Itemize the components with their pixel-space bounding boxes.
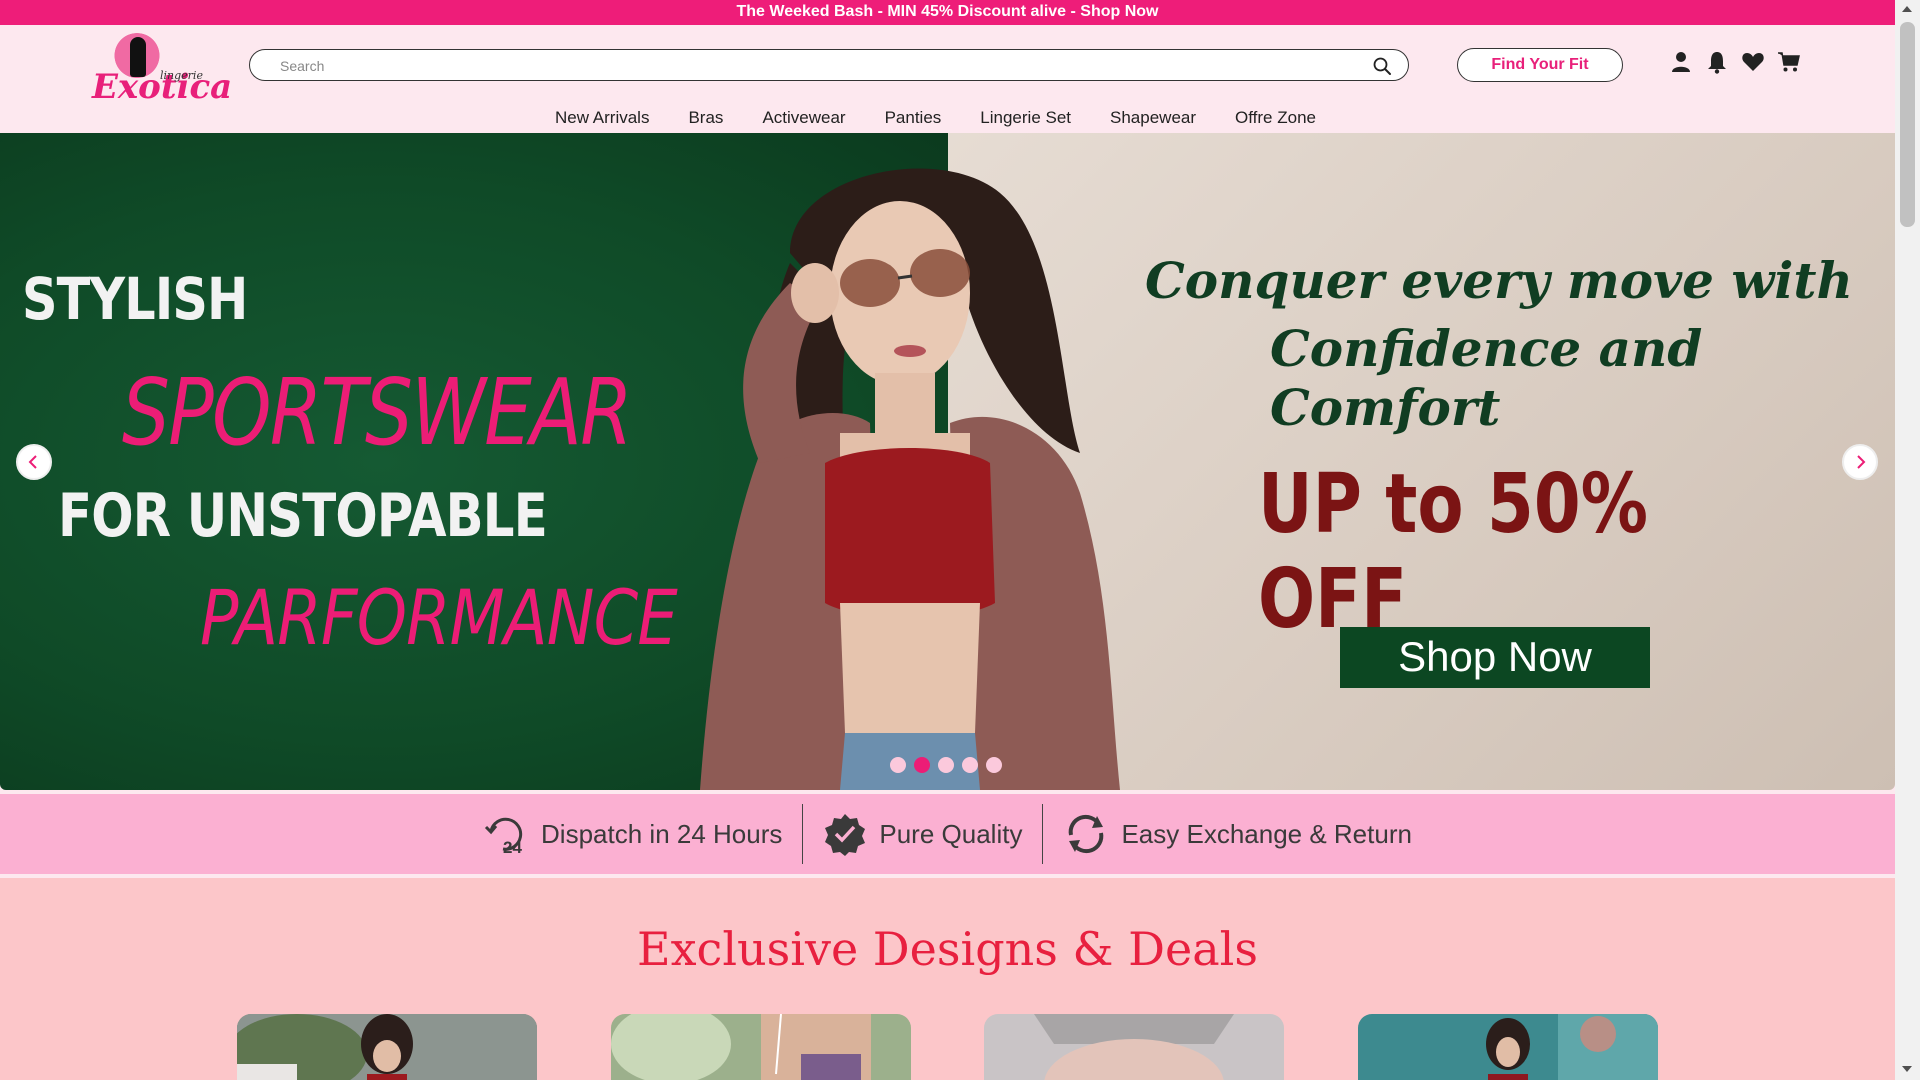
- search-icon[interactable]: [1372, 56, 1392, 76]
- deal-card-3-image: [984, 1014, 1284, 1080]
- deal-card-1[interactable]: [237, 1014, 537, 1080]
- brand-logo[interactable]: Exotica lingerie: [92, 29, 232, 109]
- site-header: Exotica lingerie Find Your Fit New Arriv…: [0, 25, 1895, 133]
- feature-dispatch-label: Dispatch in 24 Hours: [541, 818, 783, 849]
- carousel-prev-button[interactable]: [16, 444, 52, 480]
- deal-card-2[interactable]: [611, 1014, 911, 1080]
- carousel-dot-1[interactable]: [890, 757, 906, 773]
- hero-tagline-1: Conquer every move with: [1145, 251, 1853, 310]
- hero-line-performance: PARFORMANCE: [200, 573, 678, 662]
- nav-item-new-arrivals[interactable]: New Arrivals: [555, 105, 649, 131]
- deal-card-4[interactable]: [1358, 1014, 1658, 1080]
- scroll-down-icon[interactable]: [1902, 1066, 1912, 1072]
- scroll-up-icon[interactable]: [1902, 6, 1912, 12]
- carousel-dots: [890, 757, 1002, 773]
- heart-icon[interactable]: [1740, 49, 1766, 75]
- exchange-icon: [1069, 814, 1104, 854]
- scrollbar-thumb[interactable]: [1900, 22, 1915, 227]
- svg-text:24: 24: [503, 838, 522, 857]
- deal-card-4-image: [1358, 1014, 1658, 1080]
- deal-card-1-image: [237, 1014, 537, 1080]
- deals-title: Exclusive Designs & Deals: [637, 922, 1258, 976]
- hero-line-stylish: STYLISH: [22, 265, 248, 333]
- logo-subtext: lingerie: [160, 69, 203, 82]
- search-bar: [249, 49, 1409, 81]
- nav-item-lingerie-set[interactable]: Lingerie Set: [980, 105, 1071, 131]
- hero-model-image: [700, 168, 1120, 790]
- main-nav: New Arrivals Bras Activewear Panties Lin…: [0, 105, 1895, 133]
- feature-quality: Pure Quality: [802, 804, 1042, 864]
- deals-section: Exclusive Designs & Deals: [0, 878, 1895, 1080]
- carousel-dot-5[interactable]: [986, 757, 1002, 773]
- hero-shop-now-button[interactable]: Shop Now: [1340, 627, 1650, 688]
- bell-icon[interactable]: [1704, 49, 1730, 75]
- find-your-fit-button[interactable]: Find Your Fit: [1457, 48, 1623, 82]
- carousel-next-button[interactable]: [1842, 444, 1878, 480]
- feature-exchange: Easy Exchange & Return: [1042, 804, 1432, 864]
- feature-quality-label: Pure Quality: [879, 818, 1023, 849]
- promo-banner[interactable]: The Weeked Bash - MIN 45% Discount alive…: [0, 0, 1895, 25]
- cart-icon[interactable]: [1776, 49, 1802, 75]
- feature-dispatch: 24 Dispatch in 24 Hours: [463, 804, 802, 864]
- hero-line-sportswear: SPORTSWEAR: [122, 359, 633, 466]
- nav-list: New Arrivals Bras Activewear Panties Lin…: [555, 105, 1316, 131]
- carousel-dot-4[interactable]: [962, 757, 978, 773]
- chevron-left-icon: [28, 455, 37, 469]
- hero-carousel[interactable]: STYLISH SPORTSWEAR FOR UNSTOPABLE PARFOR…: [0, 133, 1895, 790]
- search-input[interactable]: [280, 56, 1340, 76]
- deal-card-3[interactable]: [984, 1014, 1284, 1080]
- hero-tagline-2: Confidence and Comfort: [1270, 319, 1703, 437]
- dispatch-24-icon: 24: [484, 817, 522, 857]
- carousel-dot-2[interactable]: [914, 757, 930, 773]
- hero-line-unstopable: FOR UNSTOPABLE: [58, 481, 548, 551]
- nav-item-bras[interactable]: Bras: [688, 105, 723, 131]
- nav-item-panties[interactable]: Panties: [885, 105, 942, 131]
- carousel-dot-3[interactable]: [938, 757, 954, 773]
- hero-offer: UP to 50% OFF: [1258, 457, 1648, 647]
- nav-item-shapewear[interactable]: Shapewear: [1110, 105, 1196, 131]
- feature-exchange-label: Easy Exchange & Return: [1121, 818, 1412, 849]
- chevron-right-icon: [1857, 455, 1866, 469]
- features-strip: 24 Dispatch in 24 Hours Pure Quality Eas…: [0, 794, 1895, 874]
- nav-item-activewear[interactable]: Activewear: [762, 105, 845, 131]
- user-icon[interactable]: [1668, 49, 1694, 75]
- nav-item-offre-zone[interactable]: Offre Zone: [1235, 105, 1316, 131]
- check-badge-icon: [825, 814, 866, 856]
- page-scrollbar[interactable]: [1895, 0, 1920, 1080]
- deal-card-2-image: [611, 1014, 911, 1080]
